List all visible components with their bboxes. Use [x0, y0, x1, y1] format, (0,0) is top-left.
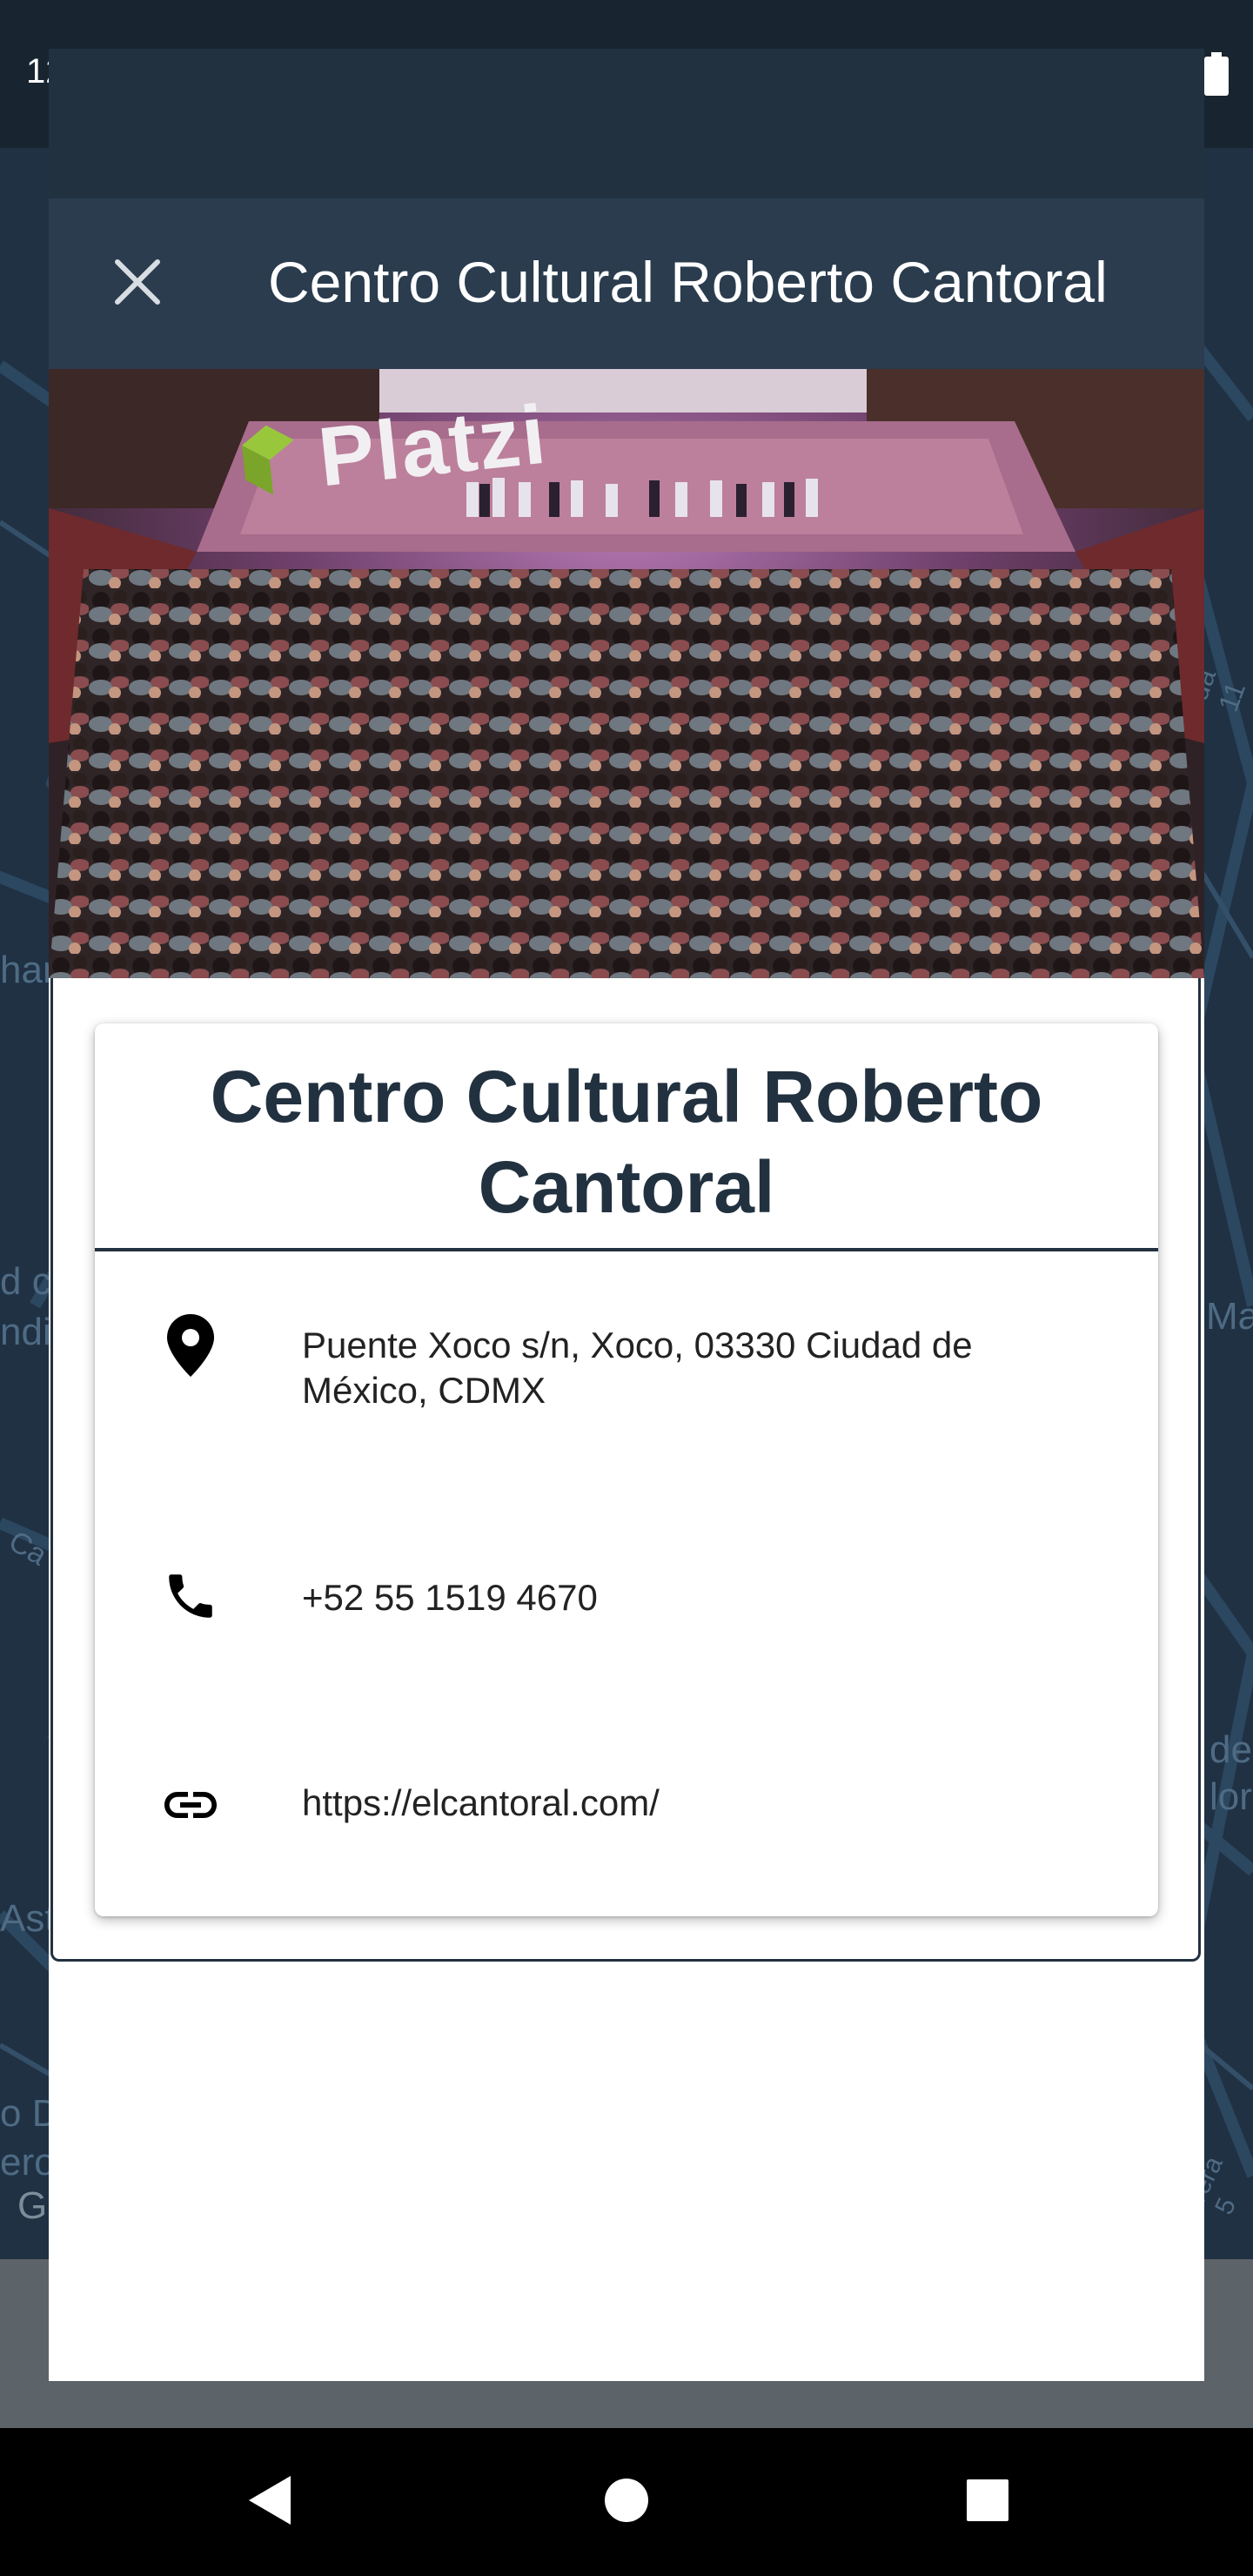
phone-text: +52 55 1519 4670: [302, 1577, 598, 1618]
battery-icon: [1204, 52, 1229, 100]
dialog-header-background: [49, 49, 1204, 198]
info-card: Centro Cultural Roberto Cantoral Puente …: [95, 1023, 1158, 1916]
location-pin-icon: [156, 1311, 225, 1380]
map-label: Ast: [0, 1897, 56, 1940]
phone-icon: [156, 1561, 225, 1631]
website-link[interactable]: https://elcantoral.com/: [302, 1781, 1085, 1826]
venue-photo-illustration: [49, 369, 1204, 978]
home-button[interactable]: [587, 2463, 666, 2541]
home-circle-icon: [603, 2477, 650, 2528]
address-row[interactable]: Puente Xoco s/n, Xoco, 03330 Ciudad de M…: [156, 1311, 1113, 1424]
close-button[interactable]: [101, 247, 174, 320]
dialog-title: Centro Cultural Roberto Cantoral: [268, 250, 1108, 314]
website-row[interactable]: https://elcantoral.com/: [156, 1770, 1113, 1840]
card-divider: [95, 1248, 1158, 1251]
venue-photo: Platzi: [49, 369, 1204, 978]
place-detail-dialog: Centro Cultural Roberto Cantoral Platzi …: [49, 49, 1204, 2381]
link-icon: [156, 1770, 225, 1840]
card-title: Centro Cultural Roberto Cantoral: [210, 1056, 1043, 1228]
map-label: ero: [0, 2141, 56, 2184]
recents-button[interactable]: [948, 2463, 1027, 2541]
dialog-toolbar: Centro Cultural Roberto Cantoral: [49, 198, 1204, 369]
map-label: de: [1209, 1728, 1252, 1771]
navigation-bar: [0, 2428, 1253, 2576]
phone-row[interactable]: +52 55 1519 4670: [156, 1568, 1113, 1638]
map-label: lor: [1209, 1775, 1252, 1818]
map-label: d c: [0, 1260, 51, 1303]
recents-square-icon: [965, 2478, 1010, 2527]
address-text: Puente Xoco s/n, Xoco, 03330 Ciudad de M…: [302, 1325, 973, 1411]
back-triangle-icon: [245, 2474, 294, 2531]
map-label: ndi: [0, 1311, 51, 1353]
back-button[interactable]: [231, 2463, 309, 2541]
map-label: Mar: [1206, 1295, 1253, 1338]
map-label: G: [17, 2184, 48, 2227]
close-icon: [114, 258, 161, 310]
